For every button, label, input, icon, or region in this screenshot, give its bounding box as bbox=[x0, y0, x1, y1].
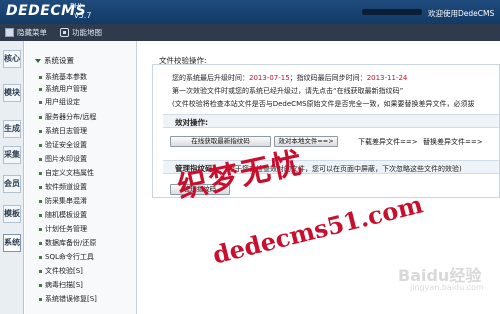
vertical-tabs: 核心 模块 生成 采集 会员 模板 系统 bbox=[0, 41, 24, 314]
bullet-icon bbox=[39, 241, 42, 245]
sidebar-item[interactable]: 数据库备份/还原 bbox=[39, 238, 96, 248]
bullet-icon bbox=[39, 75, 42, 79]
upgrade-date: 2013-07-15 bbox=[249, 74, 290, 82]
time-info: 您的系统最后升级时间：2013-07-15；指纹码最后同步时间：2013-11-… bbox=[172, 74, 408, 82]
version-badge: PHI bbox=[70, 2, 82, 10]
bullet-icon bbox=[39, 227, 42, 231]
username-redacted bbox=[362, 9, 422, 15]
bullet-icon bbox=[39, 143, 42, 147]
sidebar-item[interactable]: 软件频道设置 bbox=[39, 182, 87, 192]
version-label: v5.7 bbox=[74, 11, 92, 20]
sidebar-item[interactable]: 计划任务管理 bbox=[39, 224, 87, 234]
bullet-icon bbox=[39, 213, 42, 217]
collapse-arrow-icon bbox=[35, 58, 41, 63]
bullet-icon bbox=[39, 129, 42, 133]
sync-date: 2013-11-24 bbox=[366, 74, 408, 82]
map-icon bbox=[60, 28, 69, 37]
toolbar: 隐藏菜单 功能地图 bbox=[0, 24, 500, 41]
sidebar-section-title[interactable]: 系统设置 bbox=[35, 55, 74, 66]
bullet-icon bbox=[39, 171, 42, 175]
sidebar-item[interactable]: 验证安全设置 bbox=[39, 140, 87, 150]
top-header: DEDECMS PHI v5.7 欢迎使用DedeCMS bbox=[0, 0, 500, 24]
sidebar: 系统设置 系统基本参数 系统用户管理 用户组设定 服务器分布/远程 系统日志管理… bbox=[25, 41, 137, 314]
bullet-icon bbox=[39, 100, 42, 104]
sidebar-item[interactable]: 病毒扫描[S] bbox=[39, 280, 83, 290]
tab-collect[interactable]: 采集 bbox=[3, 146, 21, 164]
tab-system[interactable]: 系统 bbox=[3, 234, 21, 252]
bullet-icon bbox=[39, 87, 42, 91]
sidebar-item[interactable]: 系统用户管理 bbox=[39, 84, 87, 94]
bullet-icon bbox=[39, 199, 42, 203]
bullet-icon bbox=[39, 255, 42, 259]
bullet-icon bbox=[39, 115, 42, 119]
tab-generate[interactable]: 生成 bbox=[3, 120, 21, 138]
sidebar-item[interactable]: 图片水印设置 bbox=[39, 154, 87, 164]
watermark-baidu-url: jingyan.baidu.com bbox=[410, 283, 484, 292]
replace-diff-link[interactable]: 替换差异文件==> bbox=[423, 137, 483, 147]
first-time-hint: 第一次效验文件时或您的系统已经升级过，请先点击“在线获取最新指纹码” bbox=[172, 87, 404, 95]
tab-modules[interactable]: 模块 bbox=[3, 84, 21, 102]
tab-core[interactable]: 核心 bbox=[3, 50, 21, 68]
bullet-icon bbox=[39, 157, 42, 161]
bullet-icon bbox=[39, 283, 42, 287]
sidebar-item[interactable]: 防采集串混淆 bbox=[39, 196, 87, 206]
hide-menu-button[interactable]: 隐藏菜单 bbox=[5, 27, 47, 38]
welcome-text: 欢迎使用DedeCMS bbox=[428, 9, 495, 18]
sidebar-item[interactable]: 自定义文档属性 bbox=[39, 168, 94, 178]
download-diff-link[interactable]: 下载差异文件==> bbox=[358, 137, 418, 147]
verify-label: 效对操作: bbox=[175, 118, 208, 127]
bullet-icon bbox=[39, 297, 42, 301]
verify-bar bbox=[163, 114, 499, 128]
tab-members[interactable]: 会员 bbox=[3, 175, 21, 193]
sidebar-item[interactable]: 系统错误修复[S] bbox=[39, 294, 97, 304]
function-map-button[interactable]: 功能地图 bbox=[60, 27, 102, 38]
sidebar-item[interactable]: 随机模板设置 bbox=[39, 210, 87, 220]
sidebar-item[interactable]: SQL命令行工具 bbox=[39, 252, 94, 262]
sidebar-item[interactable]: 系统基本参数 bbox=[39, 72, 87, 82]
tab-templates[interactable]: 模板 bbox=[3, 205, 21, 223]
sidebar-item-file-check[interactable]: 文件校验[S] bbox=[39, 266, 83, 276]
sidebar-item[interactable]: 服务器分布/远程 bbox=[39, 112, 96, 122]
menu-icon bbox=[5, 28, 14, 37]
bullet-icon bbox=[39, 269, 42, 273]
bullet-icon bbox=[39, 185, 42, 189]
check-description: (文件校验将检查本站文件是否与DedeCMS原始文件是否完全一致，如果要替换差异… bbox=[172, 100, 475, 108]
sidebar-item[interactable]: 用户组设定 bbox=[39, 97, 80, 107]
sidebar-item[interactable]: 系统日志管理 bbox=[39, 126, 87, 136]
